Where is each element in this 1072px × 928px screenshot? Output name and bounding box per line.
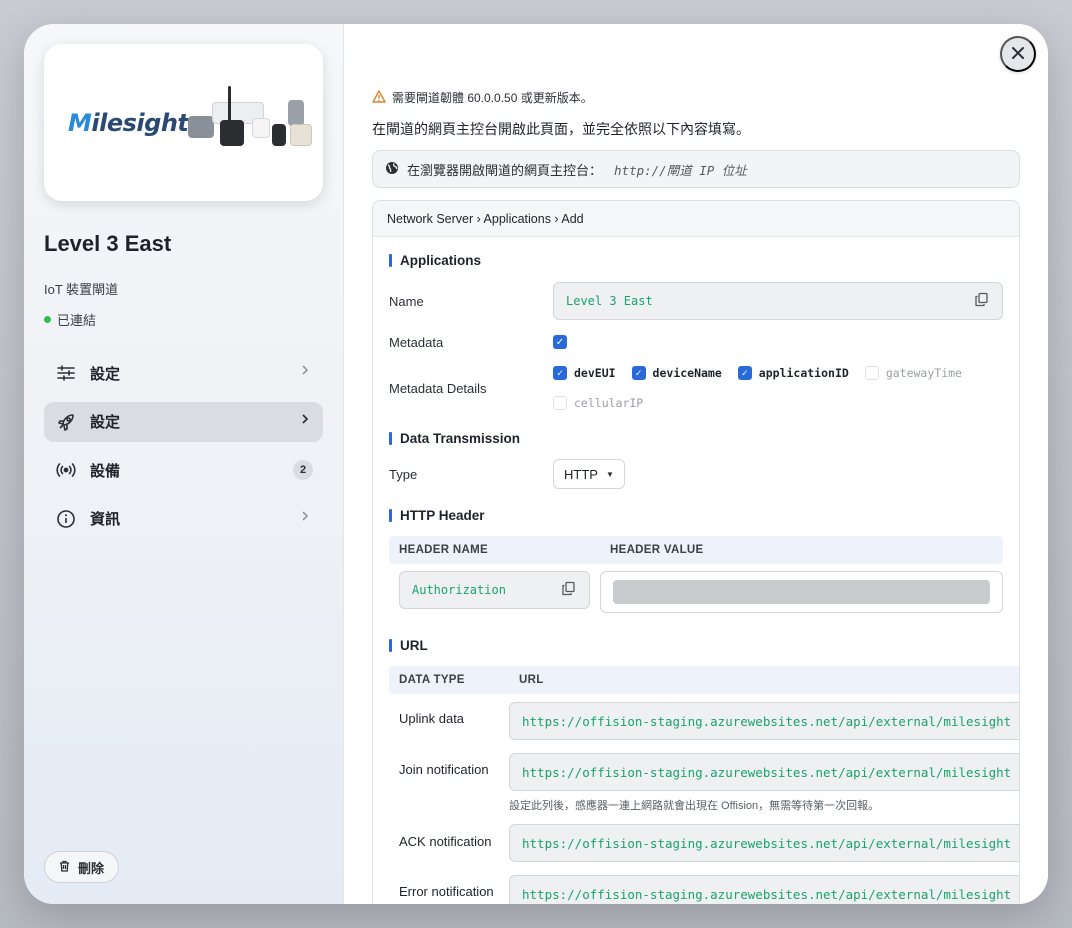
url-value: https://offision-staging.azurewebsites.n… [522,835,1012,851]
type-value: HTTP [564,466,598,482]
col-header-name: HEADER NAME [399,544,488,556]
sliders-icon [56,363,76,383]
status-dot [44,316,51,323]
rocket-icon [56,412,76,432]
sidebar-item-info[interactable]: 資訊 [44,499,323,539]
device-logo-card: Milesight [44,44,323,201]
name-label: Name [389,294,424,309]
metadata-option-label: gatewayTime [885,366,962,380]
metadata-checkbox[interactable]: ✓ [553,335,567,349]
sidebar-item-label: 設定 [90,365,121,383]
info-icon [56,509,76,529]
applications-heading: Applications [389,253,481,268]
main-content: 需要閘道韌體 60.0.0.50 或更新版本。 在閘道的網頁主控台開啟此頁面，並… [344,24,1048,904]
metadata-option-label: applicationID [758,366,849,380]
url-row-type: ACK notification [399,834,492,849]
broadcast-icon [56,460,76,480]
copy-icon[interactable] [975,292,988,310]
sidebar-item-devices[interactable]: 設備 2 [44,450,323,490]
delete-label: 刪除 [78,860,105,876]
col-header-value: HEADER VALUE [610,544,704,556]
metadata-details-row: ✓ devEUI ✓ deviceName ✓ applicationID ga… [553,366,962,380]
trash-icon [59,860,70,875]
firmware-warning: 需要閘道韌體 60.0.0.50 或更新版本。 [372,89,593,106]
status-label: 已連結 [57,313,97,328]
device-type: IoT 裝置閘道 [44,282,119,297]
caret-down-icon: ▼ [605,469,614,479]
warning-icon [372,89,386,106]
brand-logo: Milesight [68,108,189,137]
url-value: https://offision-staging.azurewebsites.n… [522,764,1012,780]
header-value-field[interactable] [600,571,1003,613]
connection-status: 已連結 [44,310,96,329]
uplink-url-field[interactable]: https://offision-staging.azurewebsites.n… [509,702,1019,740]
checkbox-gatewaytime[interactable] [864,366,879,380]
metadata-option-label: deviceName [652,366,722,380]
url-row-type: Error notification [399,884,494,899]
sidebar-item-settings[interactable]: 設定 [44,353,323,393]
url-value: https://offision-staging.azurewebsites.n… [522,886,1012,902]
redacted-value [613,580,990,604]
checkbox-cellularip[interactable] [553,396,567,410]
close-icon [1011,46,1025,63]
header-name-field[interactable]: Authorization [399,571,590,609]
breadcrumb: Network Server › Applications › Add [373,201,1019,237]
console-url: http://閘道 IP 位址 [614,162,747,178]
url-row-type: Uplink data [399,711,465,726]
device-modal: Milesight Level 3 East IoT 裝置閘道 已連結 設定 設… [24,24,1048,904]
close-button[interactable] [1000,36,1036,72]
open-console-label: 在瀏覽器開啟閘道的網頁主控台： [407,162,603,178]
metadata-details-row: cellularIP [553,396,643,410]
col-data-type: DATA TYPE [399,674,465,686]
instruction-text: 在閘道的網頁主控台開啟此頁面，並完全依照以下內容填寫。 [372,121,750,137]
error-url-field[interactable]: https://offision-staging.azurewebsites.n… [509,875,1019,904]
url-table-head: DATA TYPE URL [389,666,1019,694]
sidebar-item-label: 設定 [90,414,121,431]
sidebar-item-integration[interactable]: 設定 [44,401,323,442]
ack-url-field[interactable]: https://offision-staging.azurewebsites.n… [509,824,1019,862]
url-heading: URL [389,638,428,653]
warning-text: 需要閘道韌體 60.0.0.50 或更新版本。 [392,91,593,105]
form-panel: Network Server › Applications › Add Appl… [372,200,1020,904]
url-value: https://offision-staging.azurewebsites.n… [522,713,1012,729]
brand-text: ilesight [91,108,189,137]
device-count-badge: 2 [293,460,313,480]
checkbox-devicename[interactable]: ✓ [631,366,646,380]
type-label: Type [389,467,418,482]
device-title: Level 3 East [44,231,172,256]
chevron-right-icon [301,364,309,379]
name-field[interactable]: Level 3 East [553,282,1003,320]
device-product-image [188,84,316,154]
sidebar-item-label: 資訊 [90,511,121,528]
join-url-field[interactable]: https://offision-staging.azurewebsites.n… [509,753,1019,791]
name-value: Level 3 East [566,294,653,308]
checkbox-applicationid[interactable]: ✓ [737,366,752,380]
sidebar: Milesight Level 3 East IoT 裝置閘道 已連結 設定 設… [24,24,344,904]
metadata-details-label: Metadata Details [389,381,487,396]
join-hint: 設定此列後，感應器一連上網路就會出現在 Offision，無需等待第一次回報。 [509,800,880,812]
sidebar-nav: 設定 設定 設備 2 資訊 [44,353,323,547]
metadata-option-label: cellularIP [574,396,644,410]
header-name-value: Authorization [412,583,506,597]
globe-icon [385,161,399,178]
metadata-option-label: devEUI [574,366,616,380]
copy-icon[interactable] [562,581,575,599]
metadata-label: Metadata [389,335,444,350]
type-select[interactable]: HTTP ▼ [553,459,625,489]
url-row-type: Join notification [399,762,489,777]
chevron-right-icon [301,413,309,428]
sidebar-item-label: 設備 [90,462,121,480]
checkbox-deveui[interactable]: ✓ [553,366,567,380]
delete-button[interactable]: 刪除 [44,851,120,883]
col-url: URL [519,674,544,686]
header-table-head: HEADER NAME HEADER VALUE [389,536,1003,564]
data-transmission-heading: Data Transmission [389,431,520,446]
chevron-right-icon [301,510,309,525]
console-url-hint: 在瀏覽器開啟閘道的網頁主控台： http://閘道 IP 位址 [372,150,1020,188]
http-header-heading: HTTP Header [389,508,485,523]
